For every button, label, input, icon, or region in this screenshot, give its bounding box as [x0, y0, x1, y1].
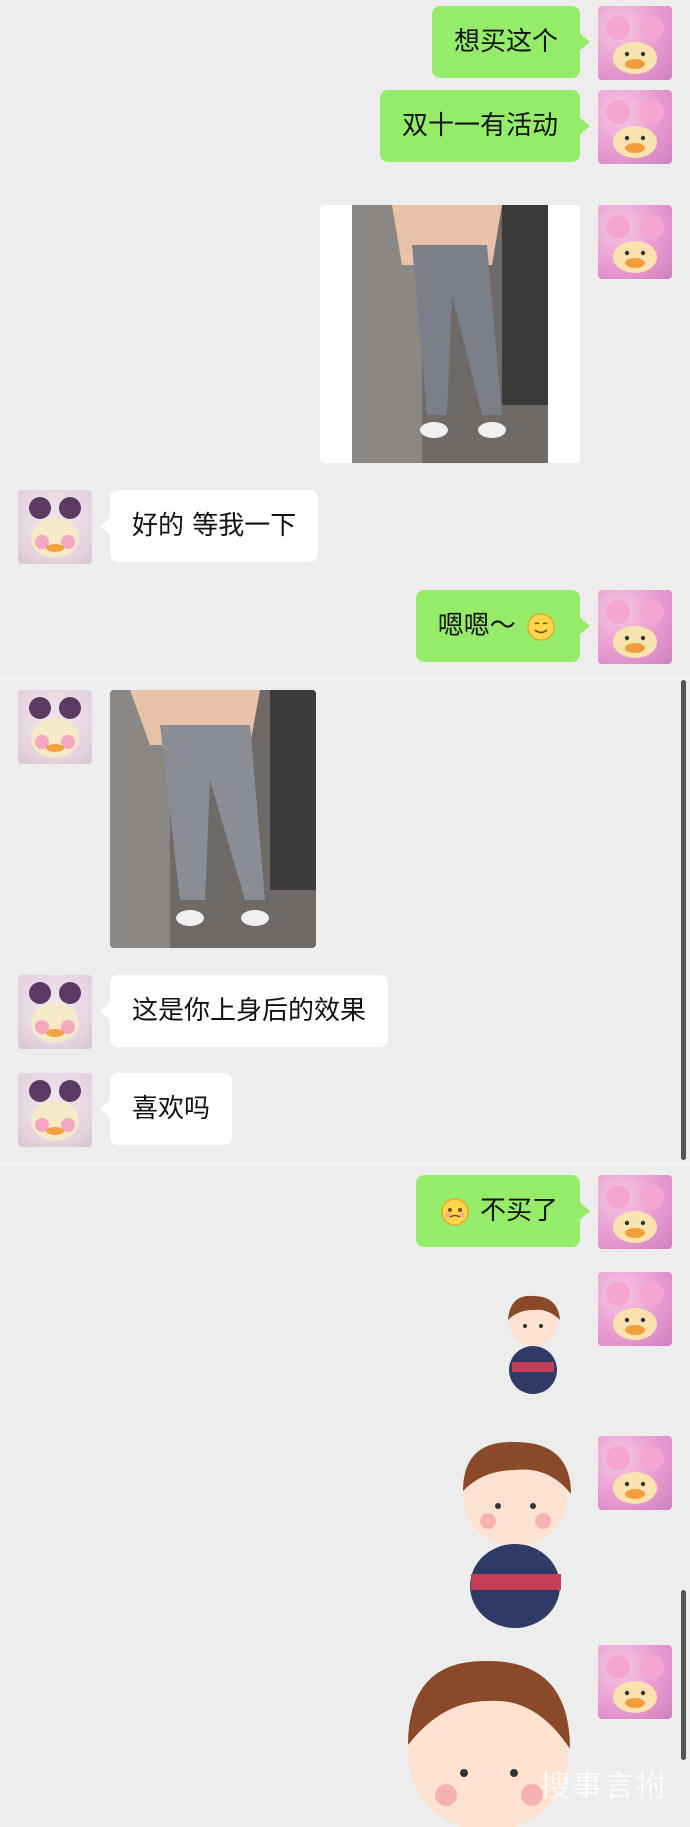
- awkward-emoji-icon: [440, 1197, 469, 1226]
- duck-avatar-icon: [606, 1446, 664, 1504]
- duck-avatar-icon: [606, 1655, 664, 1713]
- message-text: 不买了: [479, 1196, 558, 1226]
- smile-emoji-icon: [527, 612, 555, 641]
- message-text: 喜欢吗: [132, 1094, 211, 1124]
- received-photo-jeans[interactable]: [110, 690, 316, 948]
- scrollbar[interactable]: [681, 1590, 686, 1760]
- watermark: 搜事言拊: [540, 1769, 668, 1804]
- avatar-self[interactable]: [598, 590, 672, 664]
- message-text: 嗯嗯～: [437, 611, 516, 641]
- message-row: 嗯嗯～: [0, 590, 690, 670]
- message-bubble-sent[interactable]: 双十一有活动: [379, 90, 591, 162]
- message-row: 双十一有活动: [0, 90, 690, 170]
- duck-avatar-icon: [606, 215, 664, 273]
- duck-avatar-icon: [29, 697, 81, 758]
- duck-avatar-icon: [29, 1080, 81, 1141]
- duck-avatar-icon: [606, 1185, 664, 1243]
- duck-avatar-icon: [606, 100, 664, 158]
- avatar-other[interactable]: [18, 690, 92, 764]
- duck-avatar-icon: [29, 497, 81, 558]
- avatar-self[interactable]: [598, 1272, 672, 1346]
- duck-avatar-icon: [606, 1282, 664, 1340]
- message-text: 双十一有活动: [401, 111, 558, 141]
- avatar-other[interactable]: [18, 1073, 92, 1147]
- duck-avatar-icon: [29, 982, 81, 1043]
- message-text: 想买这个: [453, 27, 558, 57]
- message-row: 不买了: [0, 1175, 690, 1255]
- message-row: 这是你上身后的效果: [0, 975, 690, 1055]
- message-row: 想买这个: [0, 6, 690, 86]
- avatar-self[interactable]: [598, 6, 672, 80]
- message-bubble-sent[interactable]: 想买这个: [431, 6, 591, 78]
- screenshot-divider: [0, 1162, 690, 1166]
- message-row: 好的 等我一下: [0, 490, 690, 570]
- avatar-self[interactable]: [598, 1175, 672, 1249]
- duck-avatar-icon: [606, 600, 664, 658]
- message-bubble-received[interactable]: 这是你上身后的效果: [99, 975, 389, 1047]
- message-row: [0, 1436, 690, 1646]
- avatar-self[interactable]: [598, 1436, 672, 1510]
- message-row: 搜事言拊: [0, 1645, 690, 1827]
- avatar-other[interactable]: [18, 490, 92, 564]
- message-bubble-received[interactable]: 喜欢吗: [99, 1073, 233, 1145]
- message-bubble-sent[interactable]: 嗯嗯～: [415, 590, 591, 662]
- message-bubble-received[interactable]: 好的 等我一下: [99, 490, 319, 562]
- avatar-other[interactable]: [18, 975, 92, 1049]
- sent-photo-jeans[interactable]: [320, 205, 580, 463]
- avatar-self[interactable]: [598, 90, 672, 164]
- avatar-self[interactable]: [598, 205, 672, 279]
- jeans-photo-icon: [110, 690, 316, 948]
- cartoon-boy-sticker-icon[interactable]: [453, 1436, 578, 1636]
- cartoon-boy-sticker-icon[interactable]: [498, 1292, 568, 1402]
- message-bubble-sent[interactable]: 不买了: [415, 1175, 591, 1247]
- photo-content: [352, 205, 548, 463]
- duck-avatar-icon: [606, 16, 664, 74]
- message-row: [0, 205, 690, 465]
- screenshot-divider: [0, 676, 690, 680]
- message-row: [0, 690, 690, 950]
- message-text: 好的 等我一下: [132, 511, 297, 541]
- avatar-self[interactable]: [598, 1645, 672, 1719]
- message-row: 喜欢吗: [0, 1073, 690, 1153]
- message-row: [0, 1272, 690, 1402]
- jeans-photo-icon: [352, 205, 548, 463]
- message-text: 这是你上身后的效果: [132, 996, 367, 1026]
